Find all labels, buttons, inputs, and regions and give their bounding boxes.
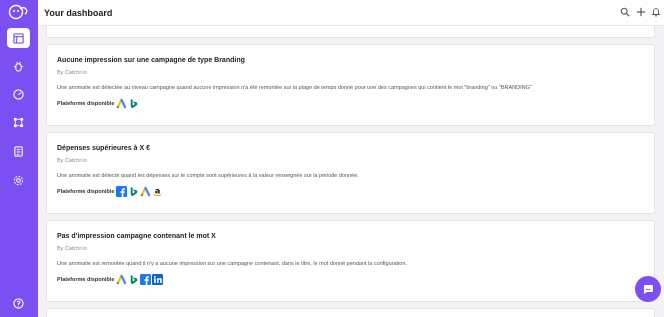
platform-row: Plateforme disponible bbox=[57, 274, 164, 285]
sidebar-item-help[interactable] bbox=[7, 293, 30, 313]
plus-icon bbox=[636, 7, 646, 17]
sidebar-item-anomalies[interactable] bbox=[7, 56, 30, 76]
platform-row: Plateforme disponible bbox=[57, 98, 140, 109]
alert-card[interactable]: Aucune impression sur une campagne de ty… bbox=[46, 44, 655, 126]
card-description: Une anomalie est remontée quand il n'y a… bbox=[57, 261, 407, 267]
notifications-button[interactable] bbox=[649, 5, 663, 19]
platform-label: Plateforme disponible bbox=[57, 276, 115, 283]
chat-button[interactable] bbox=[635, 276, 661, 302]
gauge-icon bbox=[13, 88, 24, 100]
gear-icon bbox=[13, 175, 24, 185]
card-title: Pas d'impression campagne contenant le m… bbox=[57, 233, 216, 240]
chat-icon bbox=[644, 285, 653, 294]
card-author: By Catchr.io bbox=[57, 158, 87, 164]
platform-label: Plateforme disponible bbox=[57, 188, 115, 195]
sidebar bbox=[0, 0, 38, 317]
bug-icon bbox=[13, 61, 24, 72]
svg-text:a: a bbox=[155, 186, 161, 195]
card-title: Dépenses supérieures à X € bbox=[57, 145, 150, 152]
linkedin-icon bbox=[152, 274, 164, 285]
search-icon bbox=[620, 7, 630, 17]
help-icon bbox=[13, 297, 24, 309]
alert-card[interactable]: Pas d'impression campagne contenant le m… bbox=[46, 220, 655, 302]
catchr-logo[interactable] bbox=[8, 4, 30, 20]
page-title: Your dashboard bbox=[44, 8, 113, 18]
search-button[interactable] bbox=[618, 5, 632, 19]
card-title: Aucune impression sur une campagne de ty… bbox=[57, 57, 245, 64]
next-card[interactable] bbox=[46, 308, 655, 317]
alert-card[interactable]: Dépenses supérieures à X € By Catchr.io … bbox=[46, 132, 655, 214]
amazon-icon: a bbox=[152, 186, 163, 197]
previous-card[interactable] bbox=[46, 26, 655, 38]
google-ads-icon bbox=[116, 98, 127, 109]
sidebar-item-dashboard[interactable] bbox=[7, 28, 30, 48]
card-author: By Catchr.io bbox=[57, 70, 87, 76]
nodes-icon bbox=[13, 117, 24, 127]
sidebar-item-performance[interactable] bbox=[7, 84, 30, 104]
bing-icon bbox=[128, 186, 139, 197]
sidebar-item-integrations[interactable] bbox=[7, 112, 30, 132]
add-button[interactable] bbox=[634, 5, 648, 19]
main-content: Aucune impression sur une campagne de ty… bbox=[38, 26, 664, 317]
card-author: By Catchr.io bbox=[57, 246, 87, 252]
platform-row: Plateforme disponible a bbox=[57, 186, 164, 197]
card-description: Une anomalie est détectée au niveau camp… bbox=[57, 85, 532, 91]
card-description: Une anomalie est détecté quand les dépen… bbox=[57, 173, 359, 179]
facebook-icon bbox=[140, 274, 152, 285]
bell-icon bbox=[651, 8, 661, 17]
google-ads-icon bbox=[116, 274, 127, 285]
document-icon bbox=[14, 145, 23, 157]
bing-icon bbox=[128, 274, 139, 285]
facebook-icon bbox=[116, 186, 128, 197]
google-ads-icon bbox=[140, 186, 151, 197]
platform-label: Plateforme disponible bbox=[57, 100, 115, 107]
top-header: Your dashboard bbox=[38, 0, 664, 26]
sidebar-item-settings[interactable] bbox=[7, 170, 30, 190]
sidebar-item-reports[interactable] bbox=[7, 141, 30, 161]
bing-icon bbox=[128, 98, 139, 109]
dashboard-icon bbox=[13, 32, 24, 44]
